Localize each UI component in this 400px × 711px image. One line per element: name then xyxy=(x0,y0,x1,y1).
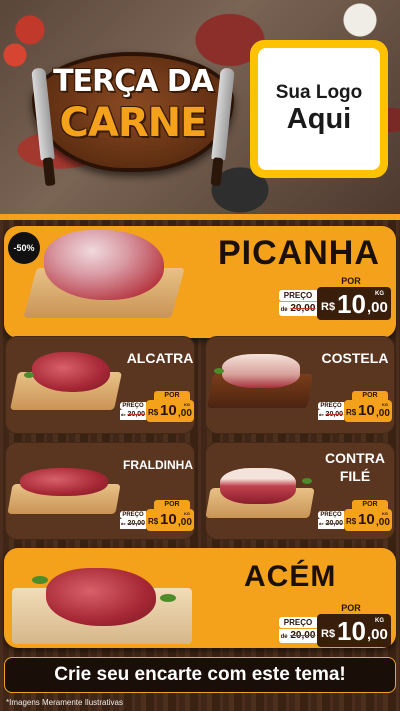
preco-label: PREÇO xyxy=(120,511,146,519)
price-integer: 10 xyxy=(337,289,366,319)
por-label: POR xyxy=(352,500,388,509)
old-price: de 20,00 xyxy=(318,410,344,420)
old-price: de 20,00 xyxy=(120,519,146,529)
old-price: de 20,00 xyxy=(318,519,344,529)
picanha-image xyxy=(23,228,185,320)
bottom-product-name: ACÉM xyxy=(244,560,337,593)
current-price-box: R$ 10 ,00 KG xyxy=(317,287,391,320)
old-price-prefix: de xyxy=(280,307,288,313)
current-price-box: R$ 10 ,00 KG xyxy=(146,509,194,531)
current-price-box: R$ 10 ,00 KG xyxy=(146,400,194,422)
unit-label: KG xyxy=(375,291,384,297)
old-price: de 20,00 xyxy=(279,629,317,643)
product-name: CONTRA FILÉ xyxy=(316,450,394,485)
por-label: POR xyxy=(154,500,190,509)
logo-placeholder[interactable]: Sua Logo Aqui xyxy=(250,40,388,178)
product-name: FRALDINHA xyxy=(123,458,193,472)
costela-image xyxy=(207,348,318,414)
current-price-box: R$ 10 ,00 KG xyxy=(344,400,392,422)
acem-image xyxy=(10,554,200,646)
contra-file-image xyxy=(205,460,318,522)
featured-product-name: PICANHA xyxy=(218,234,380,272)
por-label: POR xyxy=(320,275,382,287)
cta-banner[interactable]: Crie seu encarte com este tema! xyxy=(4,657,396,693)
logo-text-line1: Sua Logo xyxy=(275,81,363,103)
hero-banner: TERÇA DA CARNE Sua Logo Aqui xyxy=(0,0,400,214)
product-name: ALCATRA xyxy=(126,350,194,366)
badge-title-line2: CARNE xyxy=(59,100,208,146)
por-label: POR xyxy=(320,602,382,614)
old-price-value: 20,00 xyxy=(290,303,316,314)
preco-label: PREÇO xyxy=(120,402,146,410)
footnote: *Imagens Meramente Ilustrativas xyxy=(6,698,123,707)
product-name: COSTELA xyxy=(321,350,389,366)
terca-da-carne-badge: TERÇA DA CARNE xyxy=(22,40,244,187)
preco-label: PREÇO xyxy=(279,617,317,628)
price-decimal: ,00 xyxy=(367,299,388,316)
badge-title-line1: TERÇA DA xyxy=(53,64,214,99)
product-name-line1: CONTRA xyxy=(325,450,385,466)
current-price-box: R$ 10 ,00 KG xyxy=(317,614,391,647)
old-price: de 20,00 xyxy=(120,410,146,420)
logo-text-line2: Aqui xyxy=(286,102,352,135)
preco-label: PREÇO xyxy=(318,511,344,519)
accent-divider xyxy=(0,214,400,220)
discount-badge: -50% xyxy=(8,232,40,264)
fraldinha-image xyxy=(7,462,121,522)
preco-label: PREÇO xyxy=(318,402,344,410)
currency-label: R$ xyxy=(321,301,336,313)
old-price: de 20,00 xyxy=(279,302,317,316)
preco-label: PREÇO xyxy=(279,290,317,301)
current-price-box: R$ 10 ,00 KG xyxy=(344,509,392,531)
product-name-line2: FILÉ xyxy=(339,467,371,484)
por-label: POR xyxy=(352,391,388,400)
alcatra-image xyxy=(9,348,123,414)
por-label: POR xyxy=(154,391,190,400)
